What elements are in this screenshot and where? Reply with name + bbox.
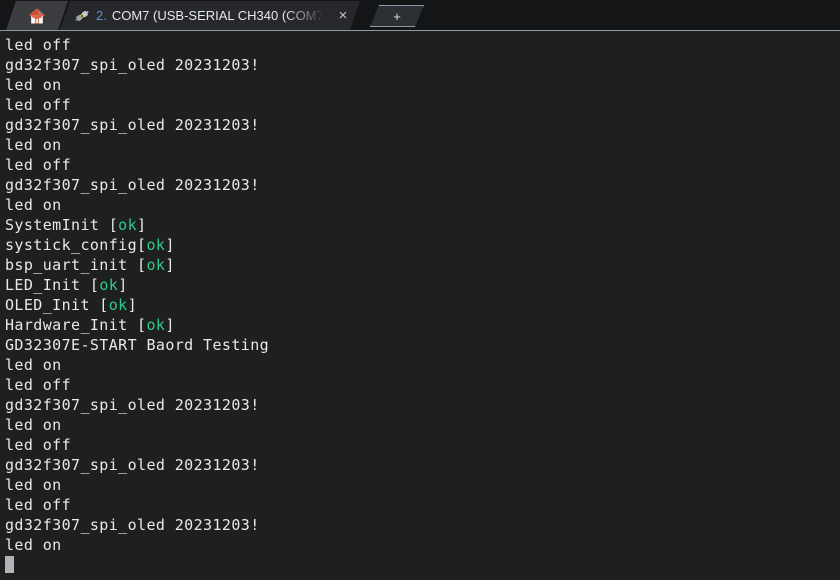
terminal-line-text: bsp_uart_init [ — [5, 256, 147, 274]
tab-com7[interactable]: 2. COM7 (USB-SERIAL CH340 (COM7) × — [60, 1, 360, 30]
terminal-line-text: ] — [165, 236, 175, 254]
close-icon[interactable]: × — [334, 7, 352, 25]
terminal-line: led off — [5, 96, 72, 114]
terminal-line: Hardware_Init [ok] — [5, 315, 840, 335]
tab-home[interactable] — [6, 1, 68, 30]
terminal-line: led off — [5, 436, 72, 454]
terminal-line: SystemInit [ok] — [5, 215, 840, 235]
terminal-line: bsp_uart_init [ok] — [5, 255, 840, 275]
plug-icon — [74, 8, 90, 24]
terminal-line: led on — [5, 536, 62, 554]
tab-title: COM7 (USB-SERIAL CH340 (COM7) — [111, 7, 329, 23]
terminal-line — [5, 555, 840, 575]
terminal-line: led on — [5, 476, 62, 494]
terminal-line: led off — [5, 36, 72, 54]
terminal-line-text: ] — [165, 256, 175, 274]
terminal-line: led off — [5, 156, 72, 174]
status-ok: ok — [118, 216, 138, 234]
new-tab-button[interactable]: + — [370, 5, 424, 27]
terminal-line: led on — [5, 196, 62, 214]
terminal-line-text: OLED_Init [ — [5, 296, 109, 314]
status-ok: ok — [146, 236, 166, 254]
terminal-line: led on — [5, 76, 62, 94]
status-ok: ok — [99, 276, 119, 294]
terminal-line: systick_config[ok] — [5, 235, 840, 255]
terminal-line-text: LED_Init [ — [5, 276, 100, 294]
terminal-line: gd32f307_spi_oled 20231203! — [5, 516, 260, 534]
terminal-line-text: Hardware_Init [ — [5, 316, 147, 334]
status-ok: ok — [146, 256, 166, 274]
terminal-cursor — [5, 556, 14, 573]
terminal-line: gd32f307_spi_oled 20231203! — [5, 116, 260, 134]
terminal-line-text: SystemInit [ — [5, 216, 119, 234]
home-icon — [28, 7, 46, 25]
terminal-line-text: ] — [118, 276, 128, 294]
status-ok: ok — [108, 296, 128, 314]
terminal-line: OLED_Init [ok] — [5, 295, 840, 315]
terminal-output[interactable]: led off gd32f307_spi_oled 20231203! led on… — [0, 31, 840, 580]
terminal-line: gd32f307_spi_oled 20231203! — [5, 456, 260, 474]
terminal-line-text: ] — [165, 316, 175, 334]
status-ok: ok — [146, 316, 166, 334]
tab-bar: 2. COM7 (USB-SERIAL CH340 (COM7) × + — [0, 0, 840, 31]
terminal-line: led on — [5, 356, 62, 374]
terminal-line: led on — [5, 136, 62, 154]
terminal-line: gd32f307_spi_oled 20231203! — [5, 56, 260, 74]
terminal-line-text: ] — [127, 296, 138, 314]
tab-title-wrap: COM7 (USB-SERIAL CH340 (COM7) — [112, 7, 330, 25]
tab-index-label: 2. — [96, 8, 107, 23]
terminal-line: gd32f307_spi_oled 20231203! — [5, 176, 260, 194]
terminal-line: gd32f307_spi_oled 20231203! — [5, 396, 260, 414]
terminal-line-text: systick_config[ — [5, 236, 147, 254]
terminal-line: led off — [5, 496, 72, 514]
terminal-line: led on — [5, 416, 62, 434]
terminal-line: GD32307E-START Baord Testing — [5, 336, 270, 354]
terminal-line-text: ] — [137, 216, 147, 234]
terminal-line: led off — [5, 376, 72, 394]
terminal-line: LED_Init [ok] — [5, 275, 840, 295]
